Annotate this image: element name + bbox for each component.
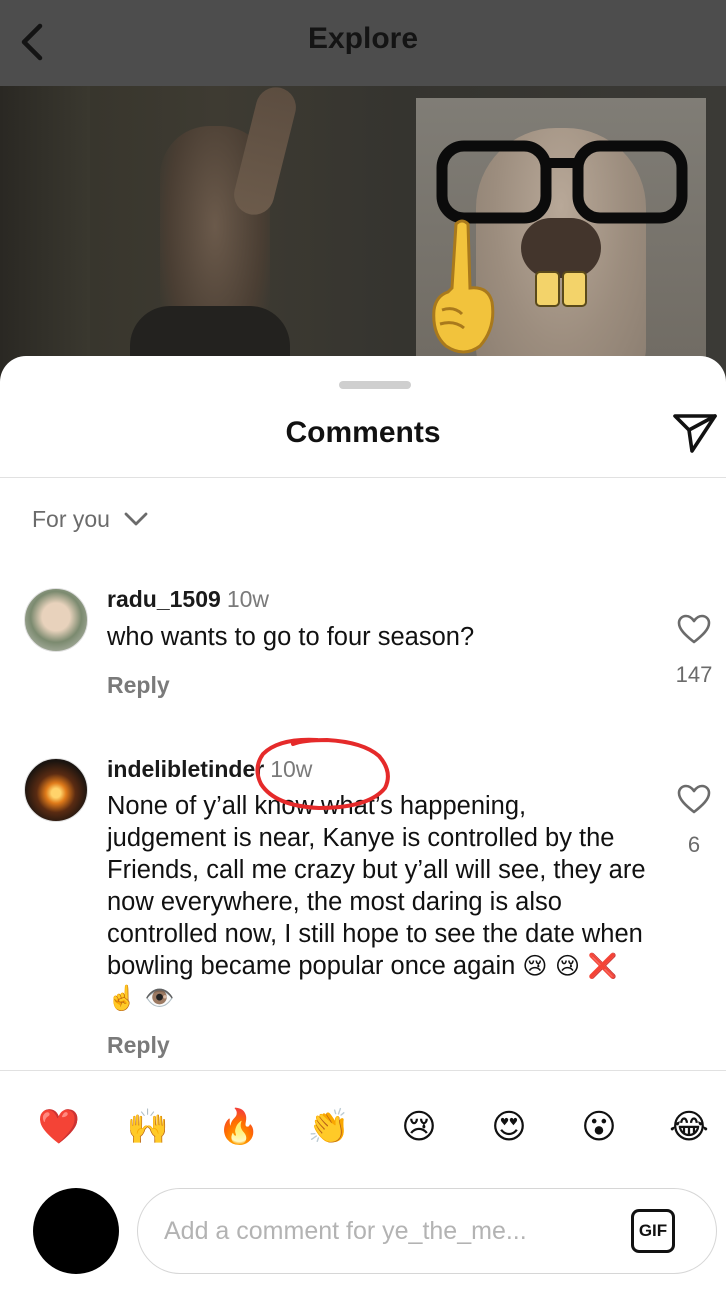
like-count: 147 (675, 662, 713, 687)
heart-outline-icon (677, 614, 711, 644)
composer-divider (0, 1070, 726, 1071)
reply-button[interactable]: Reply (107, 1032, 170, 1059)
reply-button[interactable]: Reply (107, 672, 170, 699)
quick-reactions-bar: ❤️ 🙌 🔥 👏 😢 😍 😮 😂 (0, 1100, 726, 1154)
comment-header: radu_1509 10w (107, 584, 269, 614)
video-preview-backdrop[interactable] (0, 86, 726, 386)
reaction-raised-hands[interactable]: 🙌 (121, 1100, 175, 1154)
comment-header: indelibletinder 10w (107, 754, 312, 784)
avatar[interactable] (24, 758, 88, 822)
share-button[interactable] (668, 408, 722, 458)
paper-plane-icon (673, 414, 717, 453)
sort-dropdown-label: For you (32, 505, 110, 532)
like-button[interactable] (676, 612, 712, 646)
comment-timestamp: 10w (270, 756, 313, 782)
comment-text: None of y’all know what’s happening, jud… (107, 790, 647, 1014)
avatar[interactable] (24, 588, 88, 652)
reaction-laughing[interactable]: 😂 (662, 1100, 716, 1154)
comment-text: who wants to go to four season? (107, 623, 475, 651)
current-user-avatar[interactable] (33, 1188, 119, 1274)
comment-composer: GIF (137, 1188, 717, 1274)
top-nav-bar: Explore (0, 0, 726, 86)
reaction-heart[interactable]: ❤️ (32, 1100, 86, 1154)
comment-timestamp: 10w (226, 586, 270, 612)
chevron-down-icon (124, 512, 148, 526)
backdrop-wall (0, 86, 90, 386)
sort-dropdown[interactable]: For you (32, 502, 148, 536)
like-button[interactable] (676, 782, 712, 816)
sheet-header-divider (0, 477, 726, 478)
dog-meme-overlay (416, 98, 706, 386)
gif-button[interactable]: GIF (631, 1209, 675, 1253)
comment-username[interactable]: indelibletinder (107, 756, 264, 782)
reaction-clap[interactable]: 👏 (302, 1100, 356, 1154)
pointing-up-emoji-icon (432, 219, 495, 354)
heart-outline-icon (677, 784, 711, 814)
sheet-title: Comments (285, 416, 441, 449)
reaction-surprised[interactable]: 😮 (572, 1100, 626, 1154)
buck-teeth-icon (535, 271, 587, 307)
dog-snout (521, 218, 601, 278)
reaction-crying[interactable]: 😢 (392, 1100, 446, 1154)
like-count: 6 (687, 832, 701, 857)
nerd-glasses-icon (436, 140, 688, 224)
comment-username[interactable]: radu_1509 (107, 586, 221, 612)
comment-input[interactable] (164, 1211, 624, 1251)
page-title: Explore (307, 22, 419, 55)
reaction-fire[interactable]: 🔥 (212, 1100, 266, 1154)
comments-sheet: Comments For you radu_1509 10w who wants … (0, 356, 726, 1291)
sheet-grabber-handle[interactable] (339, 381, 411, 389)
reaction-heart-eyes[interactable]: 😍 (482, 1100, 536, 1154)
